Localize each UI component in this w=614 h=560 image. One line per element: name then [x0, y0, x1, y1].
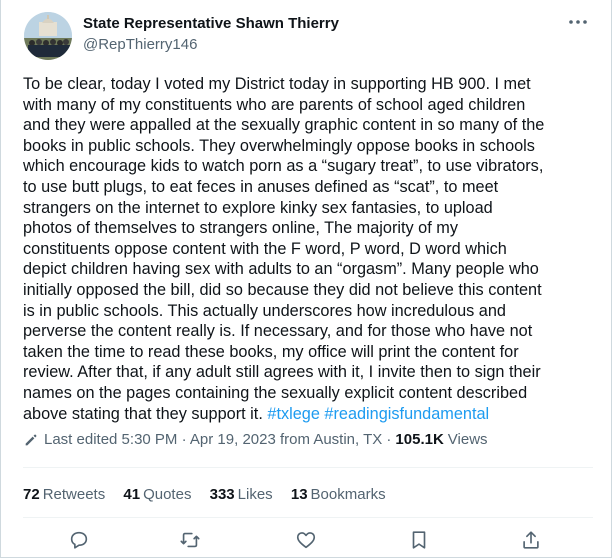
tweet-body: To be clear, today I voted my District t… [23, 75, 545, 423]
divider [23, 517, 593, 518]
share-icon [523, 531, 539, 549]
bookmarks-label: Bookmarks [310, 486, 386, 503]
more-horizontal-icon [569, 20, 587, 24]
share-button[interactable] [518, 527, 544, 553]
quotes-count: 41 [123, 486, 141, 503]
divider [23, 467, 593, 468]
engagement-stats: 72 Retweets 41 Quotes 333 Likes 13 Bookmarks [23, 486, 400, 503]
reply-icon [70, 531, 88, 549]
pencil-icon [25, 434, 37, 445]
views-label: Views [447, 431, 488, 448]
likes-stat[interactable]: 333 Likes [210, 486, 273, 503]
bookmark-icon [412, 531, 426, 549]
author-display-name[interactable]: State Representative Shawn Thierry [83, 15, 339, 32]
action-bar [1, 527, 614, 557]
author-handle[interactable]: @RepThierry146 [83, 36, 197, 53]
views-count: 105.1K [395, 431, 444, 448]
quotes-stat[interactable]: 41 Quotes [123, 486, 191, 503]
like-button[interactable] [293, 527, 319, 553]
retweets-stat[interactable]: 72 Retweets [23, 486, 105, 503]
quotes-label: Quotes [143, 486, 192, 503]
retweet-icon [180, 532, 200, 548]
likes-label: Likes [237, 486, 273, 503]
bookmarks-count: 13 [290, 486, 308, 503]
more-button[interactable] [567, 14, 589, 30]
edited-timestamp[interactable]: Last edited 5:30 PM · Apr 19, 2023 from … [44, 431, 391, 448]
heart-icon [296, 532, 316, 549]
tweet-card: State Representative Shawn Thierry @RepT… [0, 0, 612, 558]
tweet-meta: Last edited 5:30 PM · Apr 19, 2023 from … [23, 431, 488, 448]
retweets-count: 72 [23, 486, 40, 503]
bookmarks-stat[interactable]: 13 Bookmarks [291, 486, 386, 503]
avatar[interactable] [24, 12, 72, 60]
tweet-text: To be clear, today I voted my District t… [23, 74, 595, 424]
likes-count: 333 [209, 486, 235, 503]
avatar-photo [24, 12, 72, 60]
hashtag-links[interactable]: #txlege #readingisfundamental [267, 405, 489, 423]
retweet-button[interactable] [177, 527, 203, 553]
bookmark-button[interactable] [406, 527, 432, 553]
reply-button[interactable] [66, 527, 92, 553]
retweets-label: Retweets [42, 486, 106, 503]
